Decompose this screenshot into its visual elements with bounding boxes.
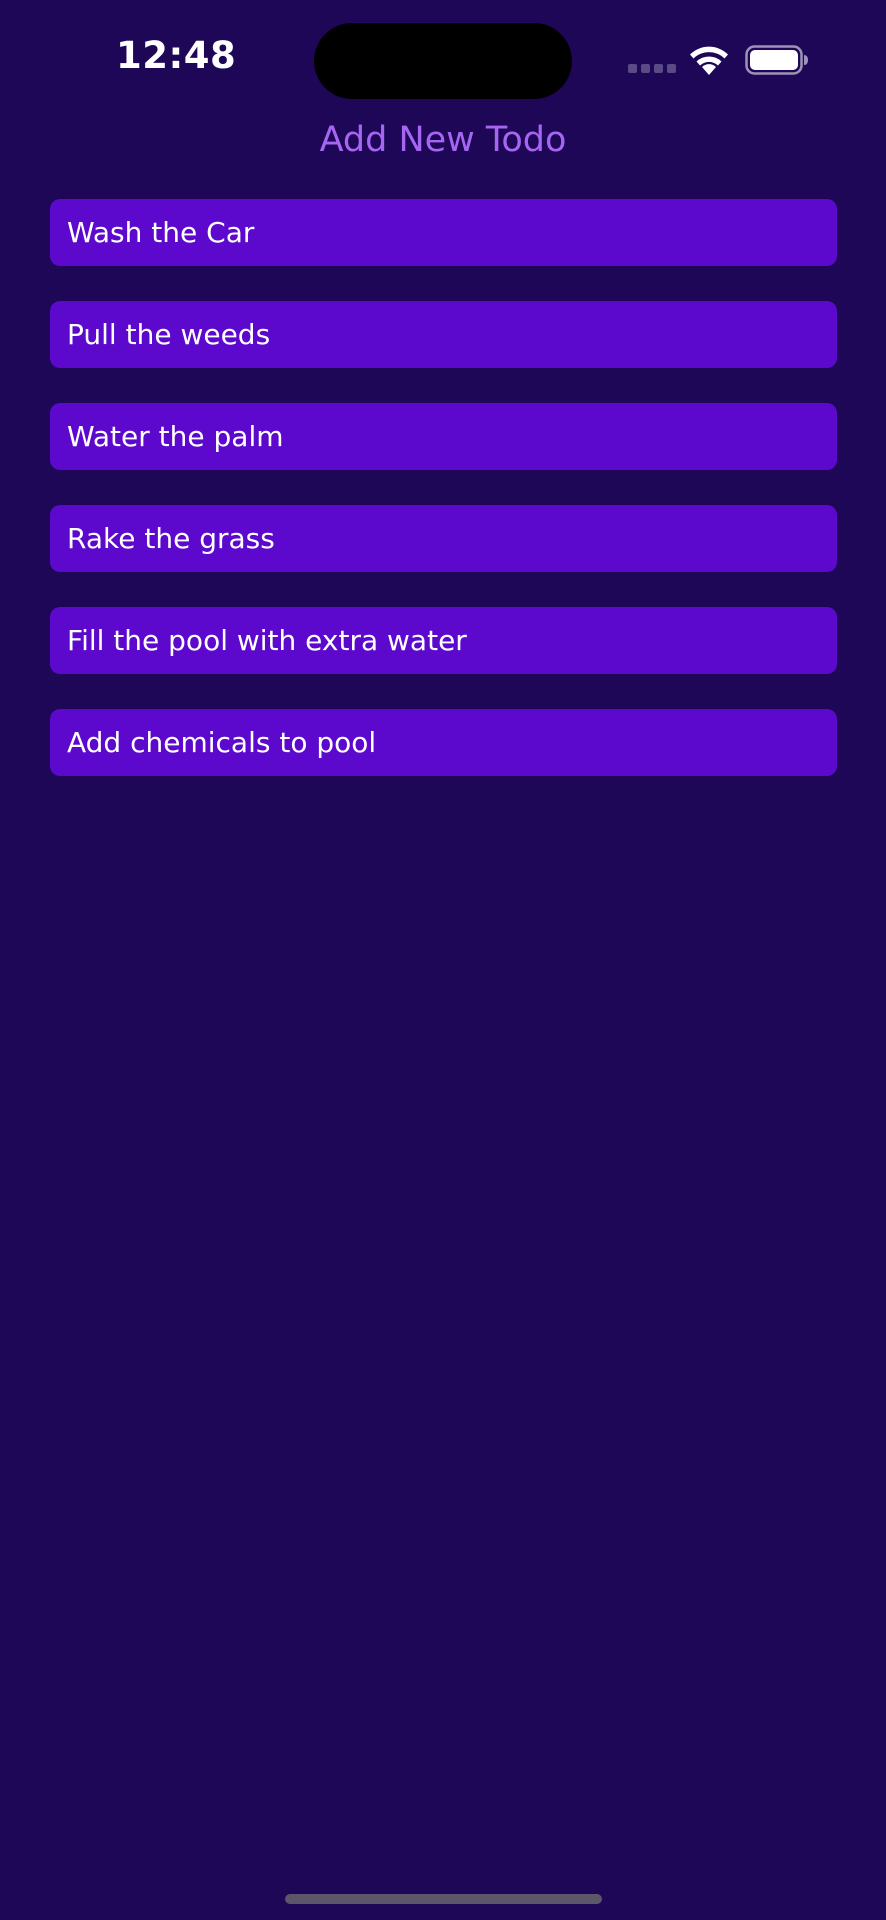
- app-screen: 12:48 Add New Todo Wash the Car Pull the…: [0, 0, 886, 1920]
- battery-icon: [745, 45, 808, 75]
- todo-item[interactable]: Rake the grass: [50, 505, 837, 572]
- wifi-icon: [690, 46, 728, 75]
- todo-item[interactable]: Add chemicals to pool: [50, 709, 837, 776]
- add-new-todo-button[interactable]: Add New Todo: [0, 120, 886, 160]
- todo-item[interactable]: Fill the pool with extra water: [50, 607, 837, 674]
- status-time: 12:48: [116, 34, 237, 77]
- todo-item[interactable]: Pull the weeds: [50, 301, 837, 368]
- todo-item[interactable]: Wash the Car: [50, 199, 837, 266]
- cellular-signal-icon: [628, 64, 676, 74]
- home-indicator[interactable]: [285, 1894, 602, 1904]
- todo-item[interactable]: Water the palm: [50, 403, 837, 470]
- todo-list: Wash the Car Pull the weeds Water the pa…: [50, 199, 837, 811]
- dynamic-island: [314, 23, 572, 99]
